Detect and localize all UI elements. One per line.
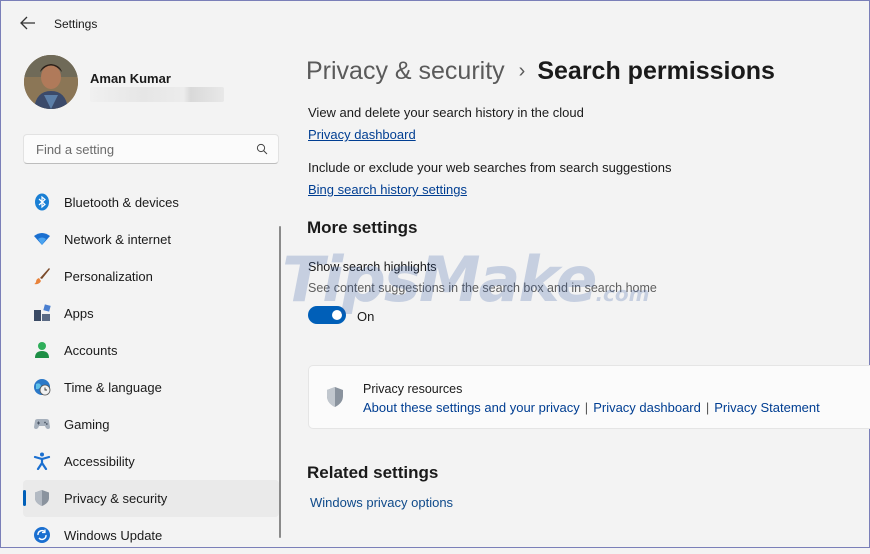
accessibility-icon bbox=[33, 452, 51, 470]
active-indicator bbox=[23, 490, 26, 506]
sidebar-item-label: Network & internet bbox=[64, 232, 171, 247]
back-arrow-icon[interactable] bbox=[18, 14, 38, 32]
shield-icon bbox=[327, 387, 343, 407]
privacy-dashboard-link[interactable]: Privacy dashboard bbox=[308, 127, 416, 142]
sidebar-item-label: Privacy & security bbox=[64, 491, 168, 506]
search-icon[interactable] bbox=[256, 143, 268, 155]
sidebar-item-windows-update[interactable]: Windows Update bbox=[23, 517, 279, 554]
brush-icon bbox=[34, 268, 50, 285]
title-bar: Settings bbox=[0, 0, 870, 44]
sidebar-item-label: Gaming bbox=[64, 417, 110, 432]
sidebar-item-accounts[interactable]: Accounts bbox=[23, 332, 279, 369]
sidebar-item-personalization[interactable]: Personalization bbox=[23, 258, 279, 295]
link-separator: | bbox=[584, 400, 589, 415]
sidebar-nav: Bluetooth & devices Network & internet P… bbox=[23, 184, 279, 554]
sidebar-scrollbar[interactable] bbox=[279, 226, 281, 538]
link-separator: | bbox=[705, 400, 710, 415]
sidebar-item-gaming[interactable]: Gaming bbox=[23, 406, 279, 443]
breadcrumb-separator: › bbox=[518, 60, 526, 82]
windows-privacy-options-link[interactable]: Windows privacy options bbox=[310, 495, 453, 510]
sidebar-item-label: Accessibility bbox=[64, 454, 135, 469]
bluetooth-icon bbox=[35, 193, 49, 211]
privacy-dashboard-resource-link[interactable]: Privacy dashboard bbox=[593, 400, 701, 415]
apps-icon bbox=[34, 304, 51, 321]
more-settings-heading: More settings bbox=[307, 218, 418, 237]
sidebar-item-privacy-security[interactable]: Privacy & security bbox=[23, 480, 279, 517]
sidebar-item-label: Windows Update bbox=[64, 528, 163, 543]
avatar bbox=[24, 55, 78, 109]
sidebar-item-label: Personalization bbox=[64, 269, 153, 284]
sidebar-item-time-language[interactable]: Time & language bbox=[23, 369, 279, 406]
about-settings-privacy-link[interactable]: About these settings and your privacy bbox=[363, 400, 580, 415]
watermark: TipsMake.com bbox=[282, 243, 650, 316]
privacy-statement-link[interactable]: Privacy Statement bbox=[714, 400, 820, 415]
web-searches-description: Include or exclude your web searches fro… bbox=[308, 160, 672, 175]
sidebar-item-label: Bluetooth & devices bbox=[64, 195, 179, 210]
privacy-resources-card: Privacy resources About these settings a… bbox=[308, 365, 870, 429]
related-settings-heading: Related settings bbox=[307, 463, 439, 482]
user-name: Aman Kumar bbox=[90, 71, 171, 86]
history-description: View and delete your search history in t… bbox=[308, 105, 584, 120]
sidebar-item-accessibility[interactable]: Accessibility bbox=[23, 443, 279, 480]
person-icon bbox=[35, 342, 49, 358]
breadcrumb: Privacy & security › Search permissions bbox=[306, 57, 775, 86]
privacy-resources-links: About these settings and your privacy | Pr… bbox=[363, 400, 820, 415]
search-box[interactable] bbox=[23, 134, 279, 164]
sidebar-item-apps[interactable]: Apps bbox=[23, 295, 279, 332]
sidebar-item-bluetooth[interactable]: Bluetooth & devices bbox=[23, 184, 279, 221]
sidebar-item-label: Accounts bbox=[64, 343, 118, 358]
search-input[interactable] bbox=[34, 141, 238, 158]
wifi-icon bbox=[34, 233, 50, 245]
sidebar-item-label: Time & language bbox=[64, 380, 162, 395]
privacy-resources-title: Privacy resources bbox=[363, 382, 463, 396]
shield-icon bbox=[35, 490, 49, 506]
window-title: Settings bbox=[54, 17, 98, 31]
breadcrumb-parent[interactable]: Privacy & security bbox=[306, 57, 505, 85]
update-icon bbox=[34, 527, 50, 543]
bing-search-history-link[interactable]: Bing search history settings bbox=[308, 182, 467, 197]
sidebar-item-network[interactable]: Network & internet bbox=[23, 221, 279, 258]
gamepad-icon bbox=[34, 419, 50, 429]
globe-clock-icon bbox=[34, 379, 51, 396]
page-title: Search permissions bbox=[537, 57, 775, 85]
sidebar-item-label: Apps bbox=[64, 306, 94, 321]
user-email-redacted bbox=[90, 87, 224, 102]
